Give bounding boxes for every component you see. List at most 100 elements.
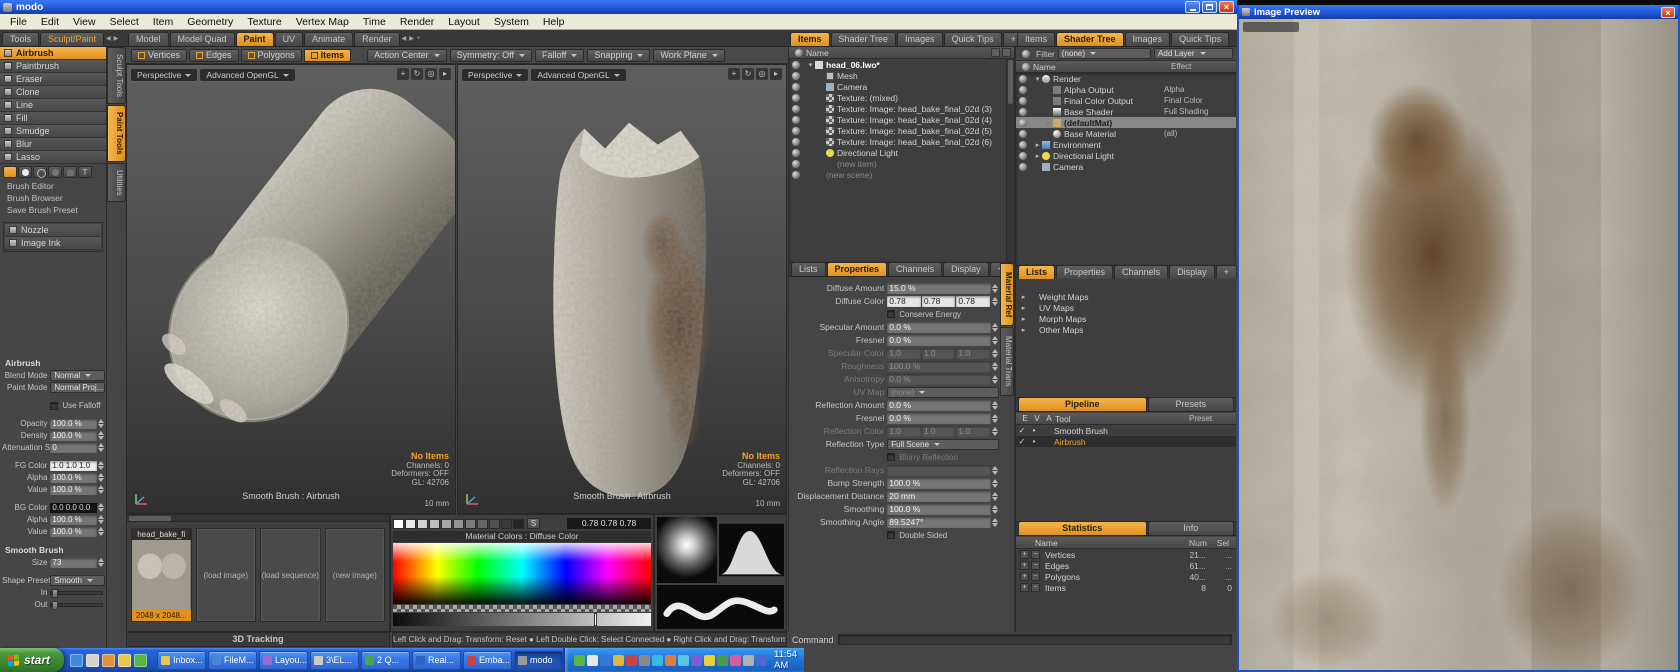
twisty-icon[interactable]: ▾: [806, 61, 815, 69]
pipeline-row-airbrush[interactable]: ✓•Airbrush: [1016, 436, 1236, 447]
vertex-map-row[interactable]: ▸Morph Maps: [1016, 313, 1236, 324]
mini-spinner-icon[interactable]: [98, 515, 105, 524]
viewport-shading-dropdown[interactable]: Advanced OpenGL: [531, 69, 625, 81]
value-field[interactable]: 20 mm: [887, 491, 991, 502]
panel-tab-display[interactable]: Display: [1169, 265, 1215, 279]
color-swatch[interactable]: [501, 519, 512, 529]
panel-tab-shader-tree[interactable]: Shader Tree: [831, 32, 897, 46]
visibility-eye-icon[interactable]: [792, 83, 800, 91]
image-thumbnail[interactable]: head_bake_fi 2048 x 2048...: [131, 528, 192, 622]
brush-square-button[interactable]: [63, 166, 77, 178]
mini-spinner-icon[interactable]: [992, 414, 999, 423]
menu-file[interactable]: File: [3, 15, 34, 29]
effect-column-header[interactable]: Effect: [1171, 62, 1233, 71]
layout-tab-uv[interactable]: UV: [275, 32, 304, 46]
thumbnail-scrollbar[interactable]: [127, 515, 389, 522]
twisty-icon[interactable]: ▸: [1019, 293, 1028, 301]
slider-handle[interactable]: [52, 589, 58, 598]
vertical-tab-paint-tools[interactable]: Paint Tools: [107, 105, 126, 162]
mini-spinner-icon[interactable]: [992, 466, 999, 475]
panel-tab-tab[interactable]: +: [1216, 265, 1237, 279]
quick-launch-media-icon[interactable]: [102, 654, 115, 667]
items-scrollbar[interactable]: [1006, 59, 1014, 262]
layout-tab-paint[interactable]: Paint: [236, 32, 274, 46]
tray-app-icon[interactable]: [743, 655, 754, 666]
start-button[interactable]: start: [0, 648, 64, 672]
value-field[interactable]: 73: [50, 558, 97, 568]
color-component-field[interactable]: 0.78: [887, 296, 921, 307]
list-filter-icon[interactable]: [991, 48, 1000, 57]
mini-spinner-icon[interactable]: [992, 284, 999, 293]
mini-spinner-icon[interactable]: [992, 401, 999, 410]
preset-column-header[interactable]: Preset: [1189, 414, 1233, 423]
item-tree-row[interactable]: (new item): [789, 158, 1014, 169]
statistics-row-items[interactable]: +−Items80: [1016, 582, 1236, 593]
mini-spinner-icon[interactable]: [992, 349, 999, 358]
hue-saturation-picker[interactable]: [393, 543, 651, 604]
menu-item[interactable]: Item: [146, 15, 180, 29]
minimize-button[interactable]: [1185, 1, 1200, 13]
visibility-eye-icon[interactable]: [1019, 108, 1027, 116]
command-input[interactable]: [838, 634, 1232, 645]
shader-tree-row[interactable]: Final Color OutputFinal Color: [1016, 95, 1236, 106]
mini-spinner-icon[interactable]: [98, 527, 105, 536]
statistics-row-edges[interactable]: +−Edges61......: [1016, 560, 1236, 571]
toolbar-dropdown-symmetry-off[interactable]: Symmetry: Off: [450, 49, 532, 62]
tray-app-icon[interactable]: [704, 655, 715, 666]
viewport-3d-right[interactable]: Perspective Advanced OpenGL +↻◎▸ No Item…: [457, 64, 787, 514]
twisty-icon[interactable]: ▾: [1033, 75, 1042, 83]
image-preview-canvas[interactable]: [1239, 19, 1678, 670]
name-column-header[interactable]: Name: [1019, 538, 1173, 548]
task-button-modo[interactable]: modo: [514, 651, 563, 670]
tab-arrow-right-icon[interactable]: ▶: [408, 35, 415, 42]
menu-geometry[interactable]: Geometry: [180, 15, 240, 29]
panel-tab-properties[interactable]: Properties: [827, 262, 888, 276]
image-slot-load-sequence[interactable]: (load sequence): [260, 528, 321, 622]
dropdown[interactable]: Normal Proj...: [50, 382, 105, 393]
pan-icon[interactable]: +: [397, 68, 409, 80]
shader-tree-row[interactable]: Alpha OutputAlpha: [1016, 84, 1236, 95]
color-swatch[interactable]: [393, 519, 404, 529]
mini-spinner-icon[interactable]: [98, 503, 105, 512]
quick-launch-folder-icon[interactable]: [134, 654, 147, 667]
tray-app-icon[interactable]: [756, 655, 767, 666]
tray-app-icon[interactable]: [691, 655, 702, 666]
enable-check-icon[interactable]: ✓: [1016, 437, 1028, 446]
tab-plus-icon[interactable]: +: [416, 36, 422, 42]
expand-plus-icon[interactable]: +: [1020, 550, 1029, 559]
value-field[interactable]: 0.0 %: [887, 335, 991, 346]
vertical-tab-utilities[interactable]: Utilities: [107, 163, 126, 203]
value-field[interactable]: 0.0 %: [887, 374, 991, 385]
value-field[interactable]: 100.0 %: [887, 478, 991, 489]
color-component-field[interactable]: 0.78: [956, 296, 990, 307]
value-field[interactable]: 0: [50, 443, 97, 453]
menu-layout[interactable]: Layout: [441, 15, 487, 29]
tray-app-icon[interactable]: [665, 655, 676, 666]
panel-tab-display[interactable]: Display: [943, 262, 989, 276]
tool-column-header[interactable]: Tool: [1055, 414, 1189, 424]
image-slot-load-image[interactable]: (load image): [196, 528, 257, 622]
item-tree-row[interactable]: Texture: Image: head_bake_final_02d (3): [789, 103, 1014, 114]
value-field[interactable]: 100.0 %: [50, 527, 97, 537]
value-field[interactable]: 100.0 %: [50, 431, 97, 441]
visibility-eye-icon[interactable]: [792, 138, 800, 146]
menu-texture[interactable]: Texture: [240, 15, 288, 29]
color-component-field[interactable]: 1.0: [922, 426, 956, 437]
tray-app-icon[interactable]: [587, 655, 598, 666]
brush-tool-airbrush[interactable]: Airbrush: [0, 47, 106, 60]
color-swatch[interactable]: [441, 519, 452, 529]
twisty-icon[interactable]: ▸: [1033, 152, 1042, 160]
side-tab-material-trans[interactable]: Material Trans: [1000, 327, 1014, 396]
viewport-3d-left[interactable]: Perspective Advanced OpenGL +↻◎▸ No Item…: [126, 64, 456, 514]
enable-column-header[interactable]: E: [1019, 414, 1031, 423]
visibility-eye-icon[interactable]: [1019, 97, 1027, 105]
task-button-inbox[interactable]: Inbox...: [157, 651, 206, 670]
value-field[interactable]: [887, 465, 991, 476]
statistics-header[interactable]: Name Num Sel: [1016, 537, 1236, 549]
viewport-menu-icon[interactable]: ▸: [439, 68, 451, 80]
item-tree-row[interactable]: Mesh: [789, 70, 1014, 81]
statistics-row-polygons[interactable]: +−Polygons40......: [1016, 571, 1236, 582]
menu-view[interactable]: View: [66, 15, 103, 29]
tray-app-icon[interactable]: [717, 655, 728, 666]
item-tree-row[interactable]: Texture: (mixed): [789, 92, 1014, 103]
